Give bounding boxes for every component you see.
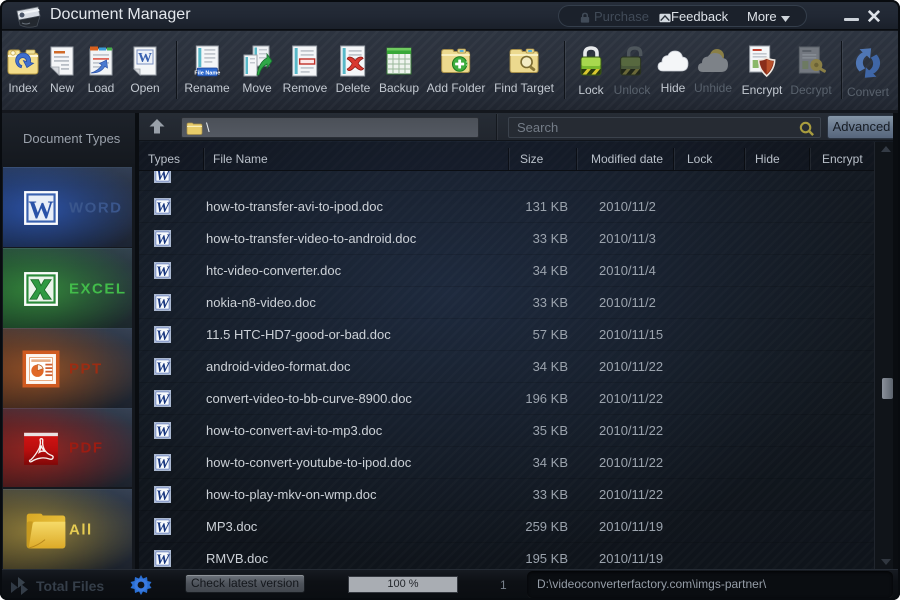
svg-text:W: W xyxy=(138,51,152,66)
svg-text:W: W xyxy=(156,328,171,343)
svg-text:File Name: File Name xyxy=(194,71,220,77)
svg-text:W: W xyxy=(156,171,171,183)
svg-text:W: W xyxy=(156,488,171,503)
svg-text:W: W xyxy=(156,360,171,375)
svg-text:W: W xyxy=(156,264,171,279)
svg-text:W: W xyxy=(156,232,171,247)
svg-text:W: W xyxy=(156,296,171,311)
svg-text:W: W xyxy=(156,520,171,535)
svg-text:W: W xyxy=(28,196,53,224)
svg-text:W: W xyxy=(156,552,171,567)
svg-text:W: W xyxy=(156,424,171,439)
svg-text:W: W xyxy=(156,200,171,215)
svg-text:W: W xyxy=(156,392,171,407)
svg-text:W: W xyxy=(156,456,171,471)
